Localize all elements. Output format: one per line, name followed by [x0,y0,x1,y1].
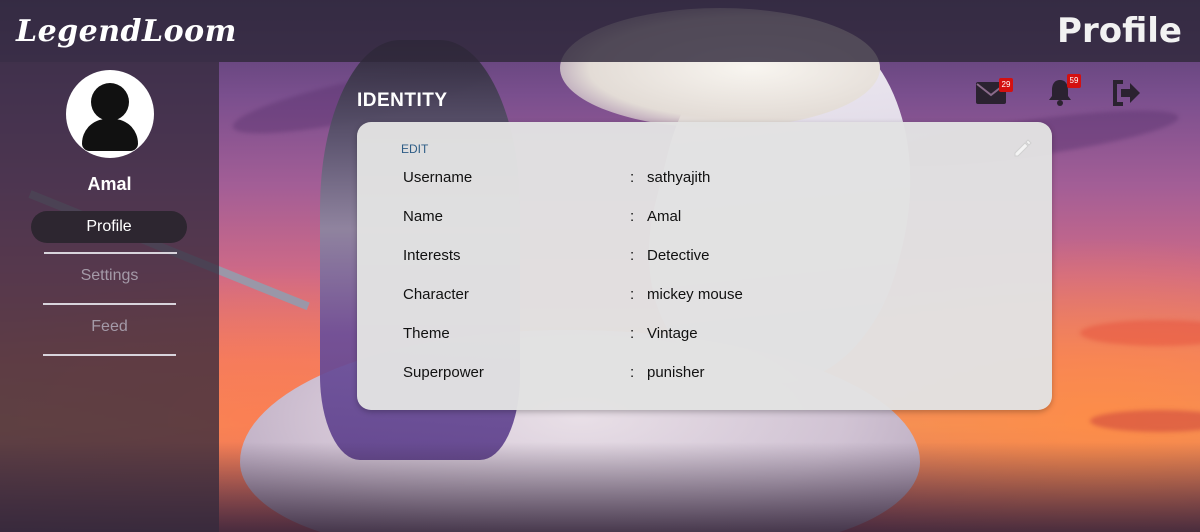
row-value: Amal [647,208,682,225]
identity-row-username: Username : sathyajith [403,167,1023,206]
sidebar-item-feed[interactable]: Feed [43,305,176,356]
identity-row-name: Name : Amal [403,206,1023,245]
topbar-icons: 29 59 [960,74,1200,112]
row-value: Detective [647,247,710,264]
notifications-count-badge: 59 [1067,74,1081,88]
pencil-icon[interactable] [1012,138,1032,158]
row-separator: : [630,208,635,225]
user-name: Amal [87,174,132,194]
row-separator: : [630,169,635,186]
logout-icon [1113,80,1140,106]
row-value: mickey mouse [647,286,743,303]
row-label: Superpower [403,364,484,381]
row-separator: : [630,325,635,342]
cloud-shape [1090,410,1200,432]
row-separator: : [630,286,635,303]
row-label: Theme [403,325,450,342]
sidebar-nav: Profile Settings Feed [0,211,219,356]
notifications-button[interactable]: 59 [1046,74,1081,106]
app-logo[interactable]: LegendLoom [16,14,237,49]
row-value: sathyajith [647,169,711,186]
row-separator: : [630,247,635,264]
edit-link[interactable]: EDIT [401,142,428,156]
section-heading-identity: IDENTITY [357,90,448,111]
row-value: punisher [647,364,705,381]
identity-rows: Username : sathyajith Name : Amal Intere… [403,167,1023,401]
sidebar-item-settings[interactable]: Settings [43,254,176,305]
page-title: Profile [1057,11,1182,51]
identity-row-theme: Theme : Vintage [403,323,1023,362]
sidebar-item-profile[interactable]: Profile [31,211,187,243]
identity-row-character: Character : mickey mouse [403,284,1023,323]
sidebar: Amal Profile Settings Feed [0,62,219,532]
cloud-shape [1080,320,1200,346]
logout-button[interactable] [1112,80,1142,106]
row-value: Vintage [647,325,698,342]
row-label: Username [403,169,473,186]
messages-count-badge: 29 [999,78,1013,92]
row-label: Name [403,208,444,225]
identity-row-interests: Interests : Detective [403,245,1023,284]
identity-row-superpower: Superpower : punisher [403,362,1023,401]
user-silhouette-shoulders [82,119,138,151]
messages-button[interactable]: 29 [976,78,1013,104]
row-label: Character [403,286,469,303]
row-separator: : [630,364,635,381]
top-header: LegendLoom Profile [0,0,1200,62]
row-label: Interests [403,247,461,264]
identity-card: EDIT Username : sathyajith Name : Amal I… [357,122,1052,410]
user-silhouette-icon [91,83,129,121]
avatar[interactable] [66,70,154,158]
